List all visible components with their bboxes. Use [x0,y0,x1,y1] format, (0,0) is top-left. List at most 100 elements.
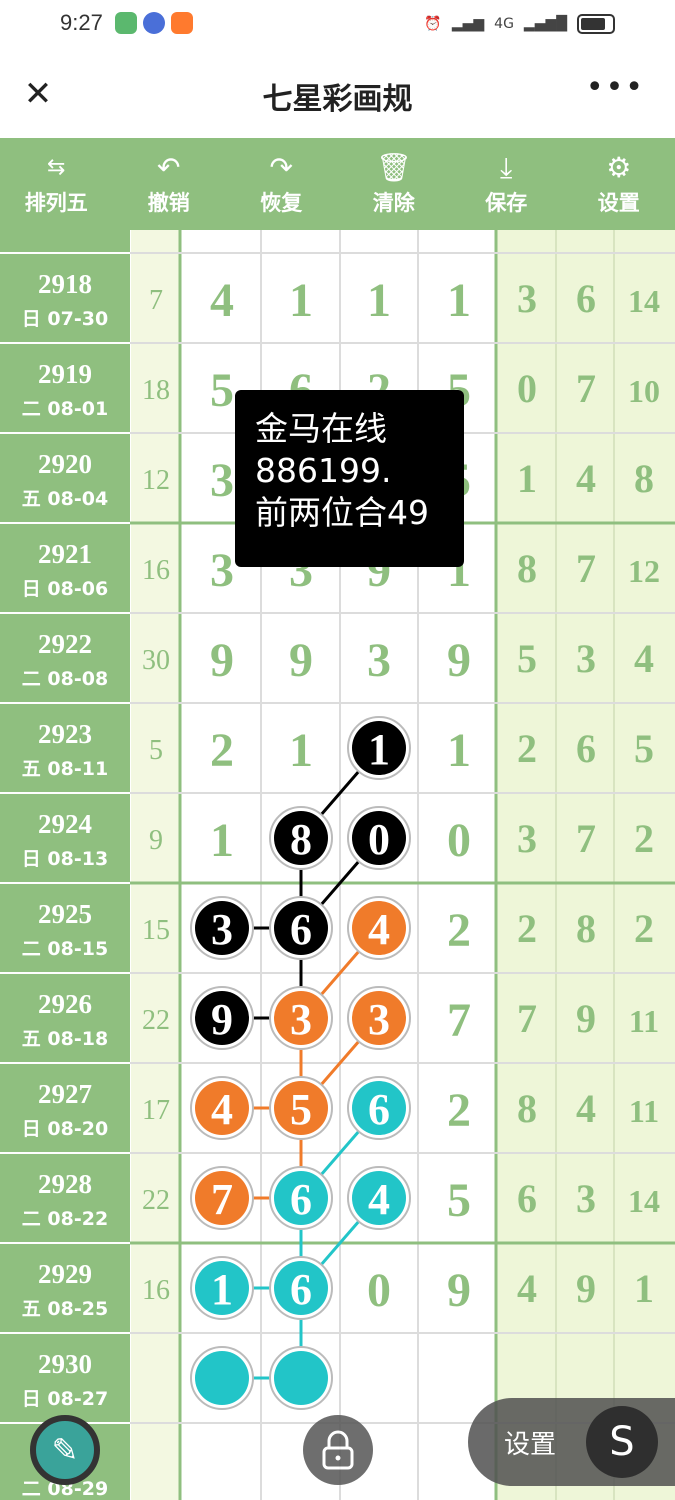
digit-cell: 9 [210,634,234,687]
digit-cell: 1 [447,724,471,777]
tooltip-line: 前两位合49 [255,493,429,532]
issue-number: 2927 [38,1079,92,1109]
stat-cell: 9 [576,996,596,1041]
marker-digit: 6 [290,1175,312,1224]
issue-number: 2918 [38,269,92,299]
digit-cell: 1 [289,274,313,327]
issue-date: 日 08-27 [22,1388,108,1410]
stat-cell: 2 [517,726,537,771]
sum-value: 22 [142,1005,170,1036]
digit-cell: 9 [289,634,313,687]
issue-date: 日 07-30 [22,308,108,330]
marker-digit: 9 [211,995,233,1044]
issue-date: 二 08-15 [22,938,108,960]
lock-button[interactable] [303,1415,373,1485]
marker-digit: 5 [290,1085,312,1134]
stat-cell: 8 [517,546,537,591]
stat-cell: 11 [629,1093,659,1129]
digit-cell: 9 [447,634,471,687]
issue-date: 二 08-08 [22,668,108,690]
toolbar-switch-button[interactable]: ⇆ 排列五 [0,138,113,230]
redo-icon: ↷ [269,151,293,184]
sum-value: 9 [149,825,163,856]
marker-digit: 7 [211,1175,233,1224]
s-button[interactable]: S [586,1406,658,1478]
stat-cell: 8 [576,906,596,951]
digit-cell: 1 [289,724,313,777]
sum-value: 16 [142,555,170,586]
network-label: 4G [494,16,514,32]
status-icons: ⏰ ▂▄▆ 4G ▂▄▆█ [424,12,615,36]
toolbar-redo-button[interactable]: ↷ 恢复 [225,138,338,230]
app-store-icon [115,12,137,34]
trash-icon: 🗑 [375,151,412,184]
digit-cell: 3 [210,544,234,597]
marker-digit: 1 [368,725,390,774]
marker-digit: 6 [290,905,312,954]
stat-cell: 4 [517,1266,537,1311]
sum-value: 16 [142,1275,170,1306]
marker-digit: 3 [211,905,233,954]
stat-cell: 5 [517,636,537,681]
issue-number: 2919 [38,359,92,389]
sum-value: 5 [149,735,163,766]
marker-digit: 6 [290,1265,312,1314]
music-icon [143,12,165,34]
digit-cell: 4 [210,274,234,327]
toolbar-label: 恢复 [260,191,303,215]
issue-number: 2920 [38,449,92,479]
more-icon[interactable]: ••• [586,70,645,105]
issue-date: 二 08-22 [22,1208,108,1230]
issue-date: 日 08-20 [22,1118,108,1140]
stat-cell: 3 [576,636,596,681]
stat-cell: 2 [517,906,537,951]
digit-cell: 2 [447,1084,471,1137]
issue-date: 五 08-04 [22,488,108,510]
tooltip-line: 金马在线 [255,409,387,448]
marker-digit: 3 [368,995,390,1044]
toolbar-save-button[interactable]: ⤓ 保存 [450,138,563,230]
toolbar-label: 保存 [485,191,528,215]
toolbar-undo-button[interactable]: ↶ 撤销 [113,138,226,230]
marker-digit: 4 [368,1175,390,1224]
stat-cell: 6 [576,726,596,771]
undo-icon: ↶ [157,151,181,184]
issue-number: 2921 [38,539,92,569]
stat-cell: 6 [517,1176,537,1221]
stat-cell: 4 [576,1086,596,1131]
stat-cell: 14 [628,283,660,319]
stat-cell: 10 [628,373,660,409]
digit-cell: 5 [210,364,234,417]
signal-icon: ▂▄▆█ [523,16,567,32]
marker-digit: 4 [368,905,390,954]
status-bar: 9:27 ⏰ ▂▄▆ 4G ▂▄▆█ [0,0,675,50]
sum-value: 17 [142,1095,170,1126]
sum-value: 15 [142,915,170,946]
download-icon: ⤓ [500,151,513,184]
digit-cell: 1 [367,274,391,327]
alarm-icon: ⏰ [424,16,442,32]
stat-cell: 1 [634,1266,654,1311]
sum-column-bg [131,230,180,1500]
digit-cell: 0 [447,814,471,867]
toolbar-clear-button[interactable]: 🗑 清除 [338,138,451,230]
stat-cell: 8 [517,1086,537,1131]
digit-cell: 2 [447,904,471,957]
stat-cell: 4 [634,636,654,681]
toolbar-settings-button[interactable]: ⚙ 设置 [563,138,675,230]
floating-settings[interactable]: 设置 S [468,1398,675,1486]
marker-circle [195,1351,249,1405]
marker-digit: 6 [368,1085,390,1134]
pen-icon: ✎ [51,1431,79,1469]
toolbar-label: 撤销 [147,191,190,215]
pen-button[interactable]: ✎ [30,1415,100,1485]
stat-cell: 12 [628,553,660,589]
lock-icon [322,1430,354,1470]
swap-arrows-icon: ⇆ [47,155,66,180]
issue-date: 五 08-11 [22,758,108,780]
marker-digit: 0 [368,815,390,864]
toolbar-label: 设置 [597,191,640,215]
issue-number: 2924 [38,809,92,839]
marker-circle [274,1351,328,1405]
status-time: 9:27 [60,10,103,35]
